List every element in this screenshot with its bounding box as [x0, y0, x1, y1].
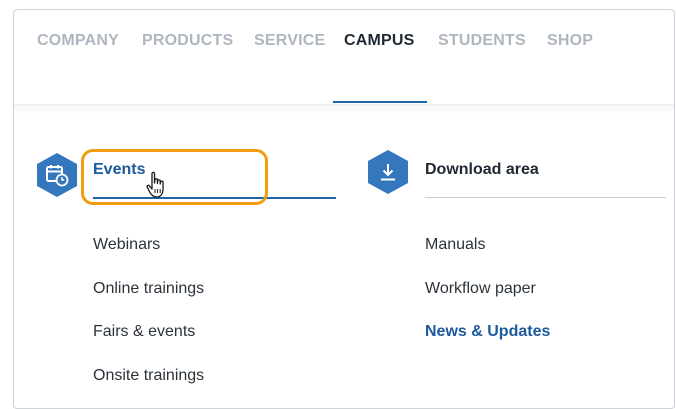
- calendar-clock-icon: [37, 153, 77, 197]
- download-heading-rule: [425, 197, 666, 198]
- link-workflow-paper[interactable]: Workflow paper: [425, 280, 536, 298]
- top-navigation: COMPANY PRODUCTS SERVICE CAMPUS STUDENTS…: [14, 10, 674, 105]
- download-icon: [368, 150, 408, 194]
- nav-item-shop[interactable]: SHOP: [547, 32, 593, 50]
- nav-item-students[interactable]: STUDENTS: [438, 32, 526, 50]
- link-online-trainings[interactable]: Online trainings: [93, 280, 204, 298]
- nav-divider-shadow: [14, 105, 674, 115]
- events-heading-link[interactable]: Events: [93, 161, 145, 179]
- mega-menu-panel: COMPANY PRODUCTS SERVICE CAMPUS STUDENTS…: [13, 9, 675, 409]
- hand-pointer-icon: [146, 171, 164, 198]
- active-tab-indicator: [333, 101, 427, 103]
- events-heading-rule: [93, 197, 336, 199]
- link-onsite-trainings[interactable]: Onsite trainings: [93, 367, 204, 385]
- nav-item-campus[interactable]: CAMPUS: [344, 32, 415, 50]
- nav-item-service[interactable]: SERVICE: [254, 32, 325, 50]
- nav-item-company[interactable]: COMPANY: [37, 32, 119, 50]
- link-news-updates[interactable]: News & Updates: [425, 323, 550, 341]
- link-manuals[interactable]: Manuals: [425, 236, 485, 254]
- link-fairs-events[interactable]: Fairs & events: [93, 323, 195, 341]
- nav-item-products[interactable]: PRODUCTS: [142, 32, 233, 50]
- download-area-heading-link[interactable]: Download area: [425, 161, 539, 179]
- link-webinars[interactable]: Webinars: [93, 236, 160, 254]
